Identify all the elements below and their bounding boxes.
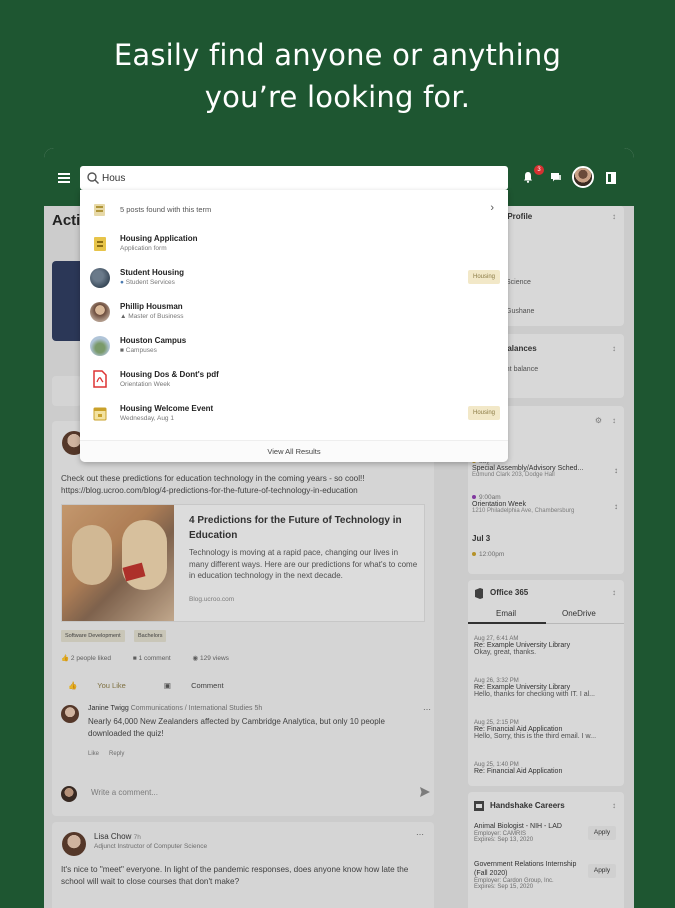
notification-badge: 3	[534, 165, 544, 175]
building-icon: ■	[120, 347, 124, 354]
result-subtitle: Wednesday, Aug 1	[120, 415, 174, 422]
hamburger-menu-icon[interactable]	[58, 173, 70, 183]
pdf-icon	[93, 370, 107, 388]
result-title: Housing Application	[120, 234, 198, 243]
search-results-dropdown: 5 posts found with this term › Housing A…	[80, 190, 508, 462]
chevron-right-icon: ›	[490, 202, 494, 214]
search-result[interactable]: Houston Campus ■ Campuses	[80, 328, 508, 362]
campus-photo	[90, 336, 110, 356]
person-photo	[90, 302, 110, 322]
result-subtitle: Orientation Week	[120, 381, 171, 388]
result-subtitle: ▲ Master of Business	[120, 313, 184, 320]
view-all-results-button[interactable]: View All Results	[80, 440, 508, 462]
posts-found-row[interactable]: 5 posts found with this term ›	[80, 190, 508, 224]
search-result[interactable]: Student Housing ● Student Services Housi…	[80, 260, 508, 294]
result-subtitle: ■ Campuses	[120, 347, 157, 354]
search-icon	[87, 172, 99, 184]
group-icon: ●	[120, 279, 124, 286]
calendar-icon	[93, 407, 107, 421]
result-title: Housing Welcome Event	[120, 404, 214, 413]
headline: Easily find anyone or anything you’re lo…	[0, 34, 675, 118]
user-avatar[interactable]	[572, 166, 594, 188]
result-subtitle: Application form	[120, 245, 167, 252]
result-title: Phillip Housman	[120, 302, 183, 311]
chat-icon[interactable]	[550, 171, 562, 183]
side-panel-icon[interactable]	[606, 172, 616, 184]
group-photo	[90, 268, 110, 288]
bell-icon[interactable]	[522, 171, 534, 183]
search-result[interactable]: Housing Dos & Dont's pdf Orientation Wee…	[80, 362, 508, 396]
headline-line-2: you’re looking for.	[204, 80, 471, 114]
headline-line-1: Easily find anyone or anything	[113, 38, 562, 72]
posts-icon	[94, 204, 105, 216]
posts-found-text: 5 posts found with this term	[120, 205, 212, 214]
search-bar[interactable]	[80, 166, 508, 190]
search-result[interactable]: Housing Application Application form	[80, 226, 508, 260]
form-icon	[94, 237, 106, 251]
category-badge: Housing	[467, 406, 500, 420]
result-title: Student Housing	[120, 268, 184, 277]
category-badge: Housing	[467, 270, 500, 284]
app-window: 3 Acti Check out these predictions for e…	[44, 148, 634, 908]
result-title: Housing Dos & Dont's pdf	[120, 370, 219, 379]
result-subtitle: ● Student Services	[120, 279, 175, 286]
result-title: Houston Campus	[120, 336, 187, 345]
search-input[interactable]	[102, 169, 482, 187]
search-result[interactable]: Housing Welcome Event Wednesday, Aug 1 H…	[80, 396, 508, 430]
search-result[interactable]: Phillip Housman ▲ Master of Business	[80, 294, 508, 328]
graduation-icon: ▲	[120, 313, 127, 320]
